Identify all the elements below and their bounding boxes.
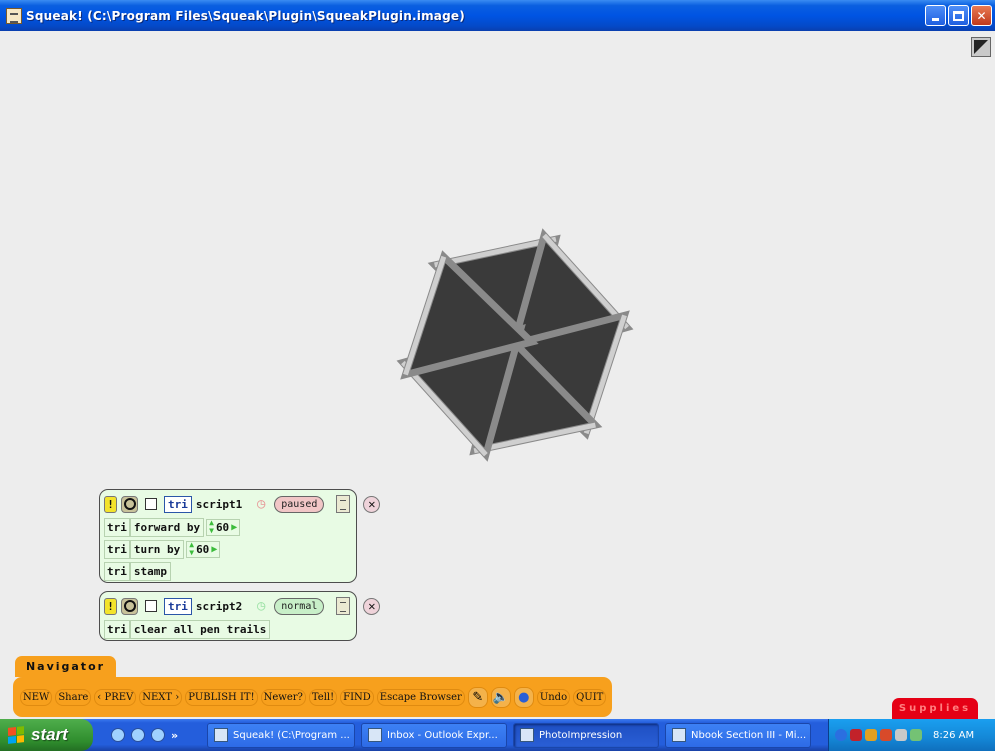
start-label: start [31,725,68,744]
publish-button[interactable]: PUBLISH IT! [185,688,258,706]
search-icon[interactable] [131,728,145,742]
script1-status[interactable]: paused [274,495,325,513]
script-row[interactable]: tri stamp [104,561,171,581]
script1-editor[interactable]: ! tri script1 ◷ paused ✕ tri forward by … [99,489,381,583]
paint-brush-icon[interactable]: ✎ [467,686,488,708]
script1-header: ! tri script1 ◷ paused ✕ [104,493,381,515]
speaker-icon[interactable]: 🔈 [490,686,511,708]
script1-close-button[interactable]: ✕ [363,495,381,513]
system-tray: 8:26 AM [828,719,995,751]
share-button[interactable]: Share [55,688,92,706]
taskbar-item[interactable]: Squeak! (C:\Program ... [207,722,355,748]
minimize-button[interactable] [925,5,946,26]
task-label: Inbox - Outlook Expr... [387,729,498,741]
window-controls: ✕ [925,5,992,26]
task-label: PhotoImpression [539,729,623,741]
minimize-icon [932,18,939,21]
tell-button[interactable]: Tell! [308,688,338,706]
taskbar-clock: 8:26 AM [933,729,975,741]
quick-launch: » [111,728,201,742]
tray-app-icon[interactable] [880,729,892,741]
row-player: tri [104,539,130,559]
maximize-icon [953,10,964,21]
newer-button[interactable]: Newer? [260,688,306,706]
script1-menu-button[interactable] [336,495,351,513]
quit-button[interactable]: QUIT [573,688,607,706]
close-button[interactable]: ✕ [971,5,992,26]
volume-icon[interactable] [895,729,907,741]
new-button[interactable]: NEW [20,688,53,706]
internet-explorer-icon[interactable] [111,728,125,742]
network-icon[interactable] [865,729,877,741]
row-command[interactable]: turn by [129,539,185,559]
navigator-tab[interactable]: Navigator [15,656,116,677]
script2-editor[interactable]: ! tri script2 ◷ normal ✕ tri clear all p… [99,591,381,641]
run-once-button[interactable]: ! [104,495,117,513]
script1-name[interactable]: script1 [196,498,242,511]
shield-icon[interactable] [850,729,862,741]
start-button[interactable]: start [0,719,93,751]
script2-checkbox[interactable] [145,600,157,612]
close-icon: ✕ [976,8,987,23]
window-title-bar[interactable]: Squeak! (C:\Program Files\Squeak\Plugin\… [0,0,995,31]
next-button[interactable]: NEXT › [139,688,183,706]
word-task-icon [672,728,686,742]
taskbar-item[interactable]: Nbook Section III - Mi... [665,722,811,748]
windows-taskbar: start » Squeak! (C:\Program ... Inbox - … [0,719,995,751]
script1-player[interactable]: tri [164,495,192,513]
maximize-button[interactable] [948,5,969,26]
row-command[interactable]: clear all pen trails [129,619,271,639]
number-value[interactable]: 60 [216,521,229,534]
tray-back-icon[interactable] [835,729,847,741]
ticking-button[interactable] [121,597,138,615]
number-value[interactable]: 60 [196,543,209,556]
task-label: Nbook Section III - Mi... [691,729,807,741]
script2-name[interactable]: script2 [196,600,242,613]
outlook-task-icon [368,728,382,742]
squeak-app-icon [6,7,22,24]
task-label: Squeak! (C:\Program ... [233,729,350,741]
undo-button[interactable]: Undo [536,688,571,706]
paused-clock-icon[interactable]: ◷ [252,495,270,513]
row-command[interactable]: forward by [129,517,205,537]
escape-browser-button[interactable]: Escape Browser [376,688,465,706]
squeak-task-icon [214,728,228,742]
up-down-arrows-icon[interactable]: ▲ ▼ [189,541,194,557]
windows-logo-icon [8,726,24,744]
quick-launch-more[interactable]: » [171,729,178,742]
up-down-arrows-icon[interactable]: ▲ ▼ [209,519,214,535]
find-button[interactable]: FIND [340,688,374,706]
navigator-bar: NEW Share ‹ PREV NEXT › PUBLISH IT! Newe… [13,677,612,717]
script2-player[interactable]: tri [164,597,192,615]
row-player: tri [104,561,130,581]
prev-button[interactable]: ‹ PREV [94,688,137,706]
play-triangle-icon[interactable]: ▶ [211,544,217,555]
browser-icon[interactable] [151,728,165,742]
row-player: tri [104,517,130,537]
globe-icon[interactable]: ● [513,686,534,708]
script2-header: ! tri script2 ◷ normal ✕ [104,595,381,617]
ticking-button[interactable] [121,495,138,513]
script2-close-button[interactable]: ✕ [363,597,381,615]
script1-checkbox[interactable] [145,498,157,510]
script2-menu-button[interactable] [336,597,351,615]
script-row[interactable]: tri turn by ▲ ▼ 60 ▶ [104,539,221,559]
script-row[interactable]: tri forward by ▲ ▼ 60 ▶ [104,517,241,537]
window-title: Squeak! (C:\Program Files\Squeak\Plugin\… [26,8,465,23]
photoimpression-task-icon [520,728,534,742]
play-triangle-icon[interactable]: ▶ [231,522,237,533]
number-tile[interactable]: ▲ ▼ 60 ▶ [186,540,221,558]
script2-status[interactable]: normal [274,597,325,615]
row-command[interactable]: stamp [129,561,171,581]
squeak-world[interactable]: ! tri script1 ◷ paused ✕ tri forward by … [0,31,995,719]
script-row[interactable]: tri clear all pen trails [104,619,271,639]
tray-status-icon[interactable] [910,729,922,741]
taskbar-item[interactable]: PhotoImpression [513,722,659,748]
taskbar-item[interactable]: Inbox - Outlook Expr... [361,722,507,748]
number-tile[interactable]: ▲ ▼ 60 ▶ [206,518,241,536]
normal-clock-icon[interactable]: ◷ [252,597,270,615]
supplies-flap-tab[interactable]: Supplies [892,698,978,719]
row-player: tri [104,619,130,639]
run-once-button[interactable]: ! [104,597,117,615]
